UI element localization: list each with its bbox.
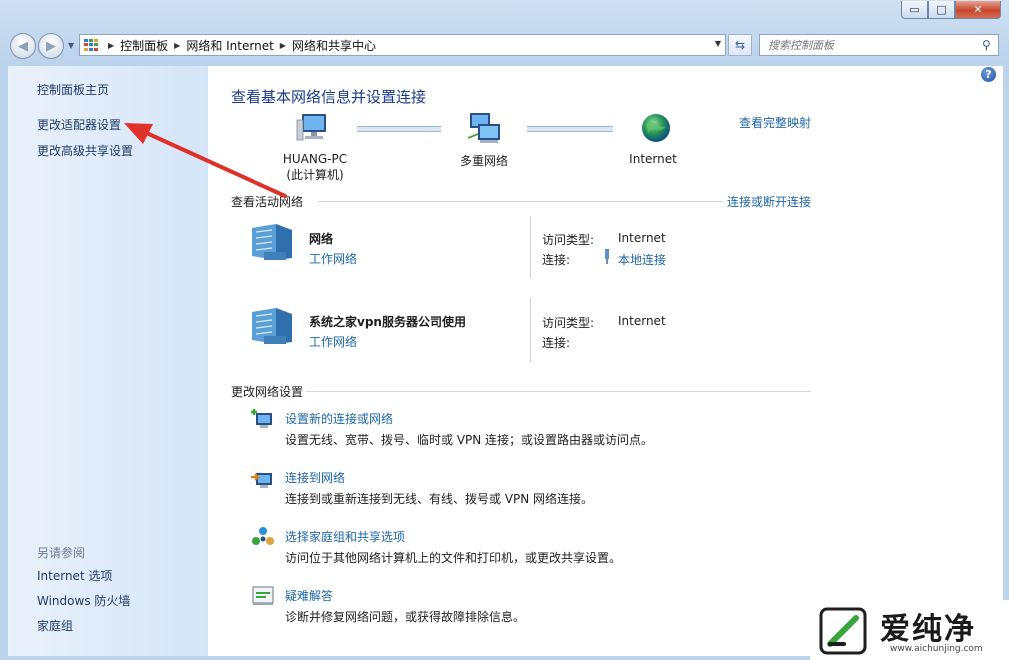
- section-divider: [306, 391, 811, 392]
- task-description: 访问位于其他网络计算机上的文件和打印机，或更改共享设置。: [285, 551, 622, 565]
- refresh-icon: ⇆: [734, 38, 746, 52]
- see-also-heading: 另请参阅: [37, 546, 86, 560]
- see-also-internet-options[interactable]: Internet 选项: [37, 567, 112, 584]
- network-type-link[interactable]: 工作网络: [309, 250, 357, 267]
- search-input[interactable]: [766, 37, 982, 53]
- sidebar-item-change-adapter-settings[interactable]: 更改适配器设置: [37, 116, 121, 133]
- map-node-multiple-networks: 多重网络: [459, 154, 508, 168]
- network-building-icon: [252, 308, 292, 344]
- sidebar-item-control-panel-home[interactable]: 控制面板主页: [37, 81, 109, 98]
- search-box[interactable]: ⚲: [759, 34, 999, 56]
- help-icon[interactable]: ?: [981, 67, 996, 82]
- map-link-line: [357, 126, 441, 132]
- address-dropdown-icon[interactable]: ▼: [715, 39, 721, 48]
- search-icon[interactable]: ⚲: [982, 38, 998, 52]
- computer-sub: (此计算机): [286, 168, 344, 182]
- breadcrumb-network-internet[interactable]: 网络和 Internet: [186, 37, 273, 54]
- address-bar[interactable]: ▶ 控制面板 ▶ 网络和 Internet ▶ 网络和共享中心 ▼: [79, 34, 726, 56]
- computer-name: HUANG-PC: [282, 152, 348, 166]
- active-networks-heading: 查看活动网络: [231, 195, 304, 209]
- connect-network-icon: [251, 473, 272, 488]
- page-title: 查看基本网络信息并设置连接: [231, 88, 427, 106]
- access-type-value: Internet: [618, 314, 666, 328]
- access-type-value: Internet: [618, 231, 666, 245]
- watermark: 爱纯净 www.aichunjing.com: [810, 600, 1009, 660]
- sidebar: 控制面板主页 更改适配器设置 更改高级共享设置 另请参阅 Internet 选项…: [8, 66, 208, 656]
- breadcrumb-separator-icon[interactable]: ▶: [174, 41, 180, 50]
- task-link-connect-network[interactable]: 连接到网络: [285, 469, 345, 486]
- window-frame: ▭ □ ✕ ◀ ▶ ▼ ▶ 控制面板 ▶ 网络和 Internet ▶ 网络和共…: [0, 0, 1009, 660]
- map-node-internet: Internet: [629, 152, 677, 166]
- access-type-label: 访问类型:: [542, 316, 595, 330]
- breadcrumb-separator-icon[interactable]: ▶: [108, 41, 114, 50]
- internet-globe-icon: [642, 114, 670, 142]
- back-arrow-icon: ◀: [18, 38, 28, 54]
- new-connection-icon: [251, 409, 272, 428]
- network-name: 网络: [309, 232, 334, 246]
- see-also-homegroup[interactable]: 家庭组: [37, 617, 73, 634]
- main-panel: ? 查看基本网络信息并设置连接 HUANG-PC (此计算机) 多重网络 Int…: [208, 66, 1003, 656]
- access-type-label: 访问类型:: [542, 233, 595, 247]
- network-divider: [530, 216, 531, 278]
- watermark-url: www.aichunjing.com: [890, 644, 983, 654]
- watermark-logo: [819, 607, 867, 655]
- task-description: 设置无线、宽带、拨号、临时或 VPN 连接；或设置路由器或访问点。: [285, 433, 654, 447]
- network-building-icon: [252, 224, 292, 260]
- map-link-line: [527, 126, 613, 132]
- task-link-troubleshoot[interactable]: 疑难解答: [285, 587, 333, 604]
- troubleshoot-icon: [252, 586, 274, 605]
- task-description: 连接到或重新连接到无线、有线、拨号或 VPN 网络连接。: [285, 492, 594, 506]
- multiple-networks-icon: [467, 113, 500, 143]
- connection-label: 连接:: [542, 253, 571, 267]
- local-connection-link[interactable]: 本地连接: [618, 251, 666, 268]
- computer-icon: [296, 114, 326, 141]
- minimize-button[interactable]: ▭: [901, 1, 928, 19]
- network-divider: [530, 298, 531, 362]
- sidebar-item-change-advanced-sharing[interactable]: 更改高级共享设置: [37, 142, 133, 159]
- network-name: 系统之家vpn服务器公司使用: [309, 315, 466, 329]
- task-link-new-connection[interactable]: 设置新的连接或网络: [285, 410, 393, 427]
- recent-pages-dropdown[interactable]: ▼: [68, 41, 74, 50]
- breadcrumb-control-panel[interactable]: 控制面板: [120, 37, 168, 54]
- window-right-border: [1003, 66, 1009, 660]
- connect-disconnect-link[interactable]: 连接或断开连接: [727, 193, 811, 210]
- view-full-map-link[interactable]: 查看完整映射: [739, 114, 811, 131]
- caption-buttons: ▭ □ ✕: [901, 1, 1001, 19]
- task-link-homegroup[interactable]: 选择家庭组和共享选项: [285, 528, 405, 545]
- connection-label: 连接:: [542, 336, 571, 350]
- refresh-button[interactable]: ⇆: [728, 34, 752, 56]
- homegroup-icon: [252, 527, 274, 545]
- close-button[interactable]: ✕: [955, 1, 1001, 19]
- breadcrumb: ▶ 控制面板 ▶ 网络和 Internet ▶ 网络和共享中心: [102, 37, 376, 54]
- see-also-windows-firewall[interactable]: Windows 防火墙: [37, 592, 130, 609]
- forward-arrow-icon: ▶: [46, 38, 56, 54]
- forward-button[interactable]: ▶: [38, 33, 64, 59]
- breadcrumb-network-sharing-center[interactable]: 网络和共享中心: [292, 37, 376, 54]
- watermark-brand: 爱纯净: [880, 612, 976, 647]
- section-divider: [318, 201, 723, 202]
- ethernet-icon: [605, 249, 609, 264]
- change-settings-heading: 更改网络设置: [231, 385, 304, 399]
- control-panel-icon: [84, 39, 98, 51]
- breadcrumb-separator-icon[interactable]: ▶: [280, 41, 286, 50]
- map-node-computer: HUANG-PC (此计算机): [274, 152, 356, 183]
- task-description: 诊断并修复网络问题，或获得故障排除信息。: [285, 610, 526, 624]
- back-button[interactable]: ◀: [10, 33, 36, 59]
- network-type-link[interactable]: 工作网络: [309, 333, 357, 350]
- maximize-button[interactable]: □: [928, 1, 955, 19]
